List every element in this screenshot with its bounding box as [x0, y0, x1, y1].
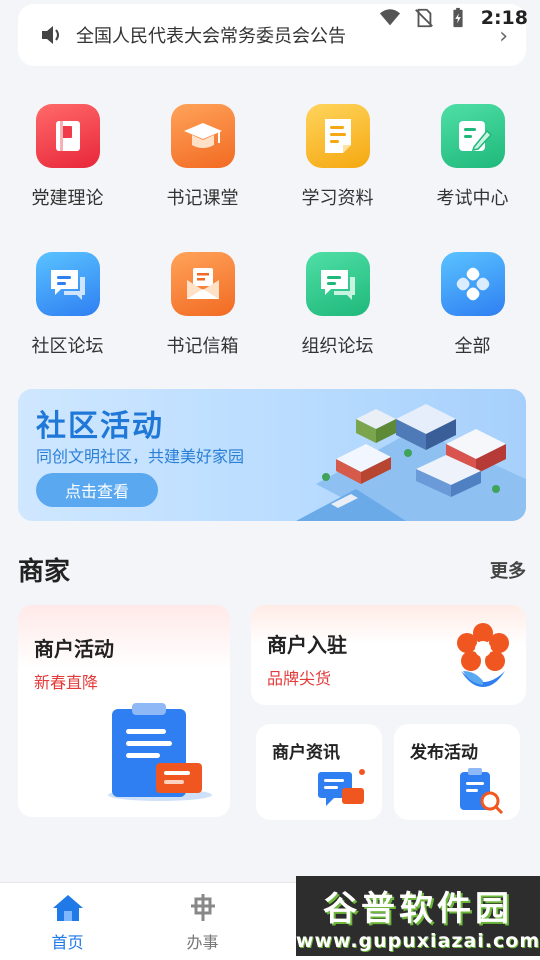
tab-home[interactable]: 首页 [0, 883, 135, 960]
edit-note-icon [440, 104, 505, 168]
forum-icon [305, 252, 370, 316]
status-time: 2:18 [480, 7, 528, 29]
card-title: 商户活动 [34, 637, 114, 661]
document-search-icon [460, 768, 504, 814]
more-link[interactable]: 更多 [490, 557, 526, 583]
status-bar: 2:18 [360, 0, 540, 36]
graduation-cap-icon [170, 104, 235, 168]
card-title: 商户入驻 [267, 633, 347, 657]
chat-bubbles-icon [35, 252, 100, 316]
function-grid: 党建理论 书记课堂 学习资料 考试中心 社区论坛 书记信箱 组织论坛 全部 [0, 96, 540, 392]
banner-subtitle: 同创文明社区，共建美好家园 [36, 447, 245, 466]
tab-label: 首页 [51, 933, 84, 952]
tab-label: 办事 [186, 933, 219, 952]
clipboard-icon [108, 703, 212, 801]
merchant-join-card[interactable]: 商户入驻 品牌尖货 [251, 605, 526, 705]
merchant-activity-card[interactable]: 商户活动 新春直降 [18, 605, 230, 817]
flower-icon [457, 623, 509, 687]
wifi-icon [379, 9, 400, 26]
mailbox-icon [170, 252, 235, 316]
menu-item-secretary-mailbox[interactable]: 书记信箱 [135, 244, 270, 392]
community-activity-banner[interactable]: 社区活动 同创文明社区，共建美好家园 点击查看 [18, 389, 526, 521]
no-sim-icon [414, 8, 433, 28]
card-subtitle: 品牌尖货 [267, 669, 332, 688]
menu-item-org-forum[interactable]: 组织论坛 [270, 244, 405, 392]
menu-item-study-materials[interactable]: 学习资料 [270, 96, 405, 244]
merchant-news-card[interactable]: 商户资讯 [256, 724, 382, 820]
card-title: 发布活动 [410, 743, 478, 763]
menu-label: 书记信箱 [166, 336, 239, 357]
menu-item-secretary-class[interactable]: 书记课堂 [135, 96, 270, 244]
view-button[interactable]: 点击查看 [36, 473, 158, 507]
menu-label: 书记课堂 [166, 188, 239, 209]
menu-item-party-theory[interactable]: 党建理论 [0, 96, 135, 244]
card-subtitle: 新春直降 [34, 673, 99, 692]
menu-label: 考试中心 [436, 188, 509, 209]
menu-label: 社区论坛 [31, 336, 104, 357]
chat-news-icon [318, 769, 365, 806]
home-icon [52, 895, 83, 921]
card-title: 商户资讯 [272, 743, 340, 763]
watermark-url: www.gupuxiazai.com [295, 929, 540, 952]
watermark: 谷普软件园 www.gupuxiazai.com [296, 876, 540, 956]
menu-label: 党建理论 [31, 188, 104, 209]
banner-title: 社区活动 [36, 409, 164, 444]
menu-label: 全部 [454, 336, 491, 357]
tab-services[interactable]: 办事 [135, 883, 270, 960]
book-icon [35, 104, 100, 168]
all-apps-icon [440, 252, 505, 316]
menu-label: 组织论坛 [301, 336, 374, 357]
menu-item-exam-center[interactable]: 考试中心 [405, 96, 540, 244]
document-icon [305, 104, 370, 168]
merchants-title: 商家 [18, 557, 71, 587]
menu-label: 学习资料 [301, 188, 374, 209]
watermark-name: 谷普软件园 [323, 888, 513, 929]
services-icon [190, 894, 215, 921]
city-illustration-icon [296, 404, 526, 521]
menu-item-all[interactable]: 全部 [405, 244, 540, 392]
battery-icon [453, 7, 463, 28]
menu-item-community-forum[interactable]: 社区论坛 [0, 244, 135, 392]
publish-activity-card[interactable]: 发布活动 [394, 724, 520, 820]
speaker-icon [42, 26, 59, 44]
